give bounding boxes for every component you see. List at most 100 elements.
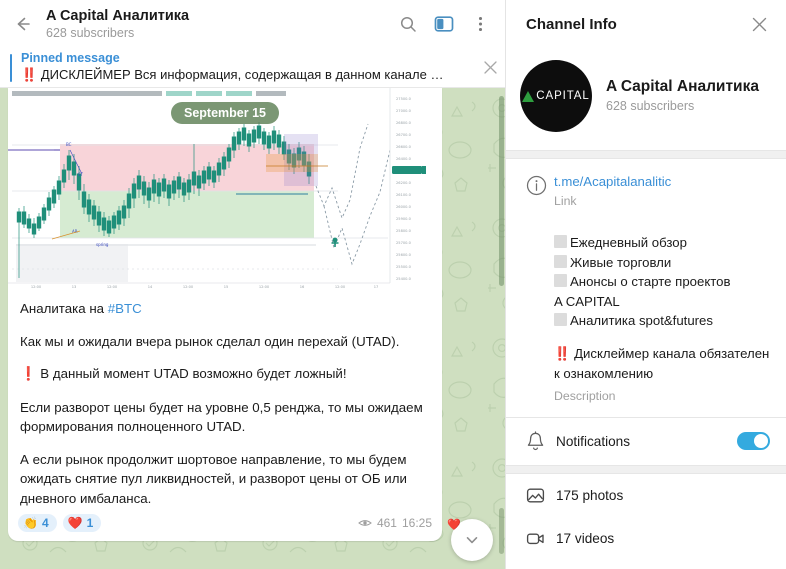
svg-text:25400.0: 25400.0 bbox=[396, 277, 412, 281]
info-panel-header: Channel Info bbox=[506, 0, 786, 48]
message-line-1: Аналитака на #BTC bbox=[20, 299, 430, 319]
emoji-placeholder-icon bbox=[554, 254, 567, 268]
svg-text:15: 15 bbox=[224, 285, 229, 289]
emoji-placeholder-icon bbox=[554, 274, 567, 287]
more-vertical-icon bbox=[478, 16, 482, 32]
chat-title-block[interactable]: A Capital Аналитика 628 subscribers bbox=[46, 8, 397, 41]
scroll-to-bottom-button[interactable]: ❤️ bbox=[447, 518, 493, 561]
info-panel-close-button[interactable] bbox=[746, 11, 772, 37]
pinned-label: Pinned message bbox=[21, 51, 120, 65]
exclamation-icon: ❗ bbox=[20, 367, 37, 382]
search-button[interactable] bbox=[397, 13, 419, 35]
hashtag-btc[interactable]: #BTC bbox=[108, 301, 142, 316]
heart-icon: ❤️ bbox=[67, 516, 83, 530]
more-menu-button[interactable] bbox=[469, 13, 491, 35]
message-bubble: BC ST AR spring 27500.0 27000.0 26800.0 … bbox=[8, 88, 442, 541]
search-icon bbox=[400, 16, 416, 32]
channel-profile[interactable]: CAPITAL A Capital Аналитика 628 subscrib… bbox=[506, 48, 786, 150]
description-item-3-text: Анонсы о старте проектов bbox=[570, 274, 731, 289]
message-photo-chart[interactable]: BC ST AR spring 27500.0 27000.0 26800.0 … bbox=[8, 88, 442, 291]
reaction-heart-count: 1 bbox=[86, 516, 94, 530]
panel-toggle-icon bbox=[434, 16, 454, 32]
reaction-clap[interactable]: 👏 4 bbox=[18, 514, 57, 532]
description-item-4: Аналитика spot&futures bbox=[554, 311, 772, 331]
svg-text:12:00: 12:00 bbox=[107, 285, 118, 289]
chat-scrollbar-thumb[interactable] bbox=[499, 96, 504, 286]
chat-message-list: BC ST AR spring 27500.0 27000.0 26800.0 … bbox=[0, 88, 505, 569]
chevron-down-icon bbox=[466, 537, 478, 544]
reaction-heart[interactable]: ❤️ 1 bbox=[62, 514, 102, 532]
svg-text:12:00: 12:00 bbox=[259, 285, 270, 289]
avatar-logo: CAPITAL bbox=[522, 90, 589, 102]
svg-text:25600.0: 25600.0 bbox=[396, 253, 412, 257]
svg-text:25900.0: 25900.0 bbox=[396, 217, 412, 221]
triangle-logo-icon bbox=[522, 90, 535, 102]
chat-scrollbar-thumb-secondary[interactable] bbox=[499, 508, 504, 554]
description-item-3: Анонсы о старте проектов bbox=[554, 272, 772, 292]
emoji-placeholder-icon bbox=[554, 235, 567, 248]
media-row-photos[interactable]: 175 photos bbox=[506, 474, 786, 517]
channel-link[interactable]: t.me/Acapitalanalitic bbox=[554, 173, 770, 191]
clap-icon: 👏 bbox=[23, 516, 38, 530]
pinned-message-bar[interactable]: Pinned message ‼️ ДИСКЛЕЙМЕР Вся информа… bbox=[0, 48, 505, 88]
pinned-text: ‼️ ДИСКЛЕЙМЕР Вся информация, содержащая… bbox=[21, 66, 475, 84]
profile-name: A Capital Аналитика bbox=[606, 78, 759, 95]
telegram-window: A Capital Аналитика 628 subscribers Pinn… bbox=[0, 0, 786, 569]
link-row[interactable]: t.me/Acapitalanalitic Link bbox=[506, 159, 786, 220]
message-line-1-text: Аналитака на bbox=[20, 301, 108, 316]
description-item-2: Живые торговли bbox=[554, 253, 772, 273]
svg-text:BC: BC bbox=[66, 142, 72, 147]
link-caption: Link bbox=[554, 194, 577, 208]
notifications-toggle[interactable] bbox=[737, 432, 770, 450]
bell-icon bbox=[527, 430, 544, 450]
svg-text:25700.0: 25700.0 bbox=[396, 241, 412, 245]
photo-icon bbox=[526, 488, 545, 502]
chat-scrollbar[interactable] bbox=[499, 88, 504, 569]
notifications-row[interactable]: Notifications bbox=[506, 418, 786, 465]
chat-title: A Capital Аналитика bbox=[46, 7, 190, 24]
desc-spacer-top bbox=[554, 220, 772, 233]
link-row-body: t.me/Acapitalanalitic Link bbox=[554, 173, 770, 210]
chat-header: A Capital Аналитика 628 subscribers bbox=[0, 0, 505, 48]
info-row-icon bbox=[526, 173, 554, 210]
svg-text:26100.0: 26100.0 bbox=[396, 193, 412, 197]
video-icon bbox=[526, 533, 544, 544]
message-meta: 461 16:25 bbox=[358, 516, 432, 530]
svg-text:12:00: 12:00 bbox=[31, 285, 42, 289]
chat-header-actions bbox=[397, 13, 495, 35]
view-count: 461 bbox=[376, 516, 397, 530]
pinned-close-button[interactable] bbox=[475, 60, 505, 75]
svg-text:27500.0: 27500.0 bbox=[396, 97, 412, 101]
description-item-4-text: Аналитика spot&futures bbox=[570, 313, 713, 328]
svg-text:16: 16 bbox=[300, 285, 305, 289]
double-exclamation-icon: ‼️ bbox=[21, 68, 38, 83]
pinned-texts: Pinned message ‼️ ДИСКЛЕЙМЕР Вся информа… bbox=[21, 51, 475, 84]
svg-text:26600.0: 26600.0 bbox=[396, 145, 412, 149]
toggle-knob bbox=[754, 434, 768, 448]
photos-count-label: 175 photos bbox=[556, 487, 624, 503]
message-reactions: 👏 4 ❤️ 1 bbox=[18, 514, 358, 532]
info-panel-title: Channel Info bbox=[526, 15, 617, 33]
svg-text:25500.0: 25500.0 bbox=[396, 265, 412, 269]
double-exclamation-icon: ‼️ bbox=[554, 346, 571, 362]
pinned-text-value: ДИСКЛЕЙМЕР Вся информация, содержащая в … bbox=[40, 67, 444, 82]
media-row-videos[interactable]: 17 videos bbox=[506, 517, 786, 560]
photos-icon-wrap bbox=[526, 486, 554, 505]
description-disclaimer-text: Дисклеймер канала обязателен к ознакомле… bbox=[554, 345, 770, 382]
message-line-3: ❗ В данный момент UTAD возможно будет ло… bbox=[20, 364, 430, 385]
info-circle-icon bbox=[526, 175, 547, 196]
svg-text:26000.0: 26000.0 bbox=[396, 205, 412, 209]
eye-icon bbox=[358, 520, 372, 526]
description-item-1-text: Ежедневный обзор bbox=[570, 235, 687, 250]
chat-column: A Capital Аналитика 628 subscribers Pinn… bbox=[0, 0, 505, 569]
svg-text:26800.0: 26800.0 bbox=[396, 121, 412, 125]
svg-text:27000.0: 27000.0 bbox=[396, 109, 412, 113]
avatar[interactable]: CAPITAL bbox=[520, 60, 592, 132]
profile-texts: A Capital Аналитика 628 subscribers bbox=[606, 77, 759, 115]
notifications-icon-wrap bbox=[526, 430, 554, 452]
reaction-clap-count: 4 bbox=[41, 516, 49, 530]
message-footer: 👏 4 ❤️ 1 461 16:25 bbox=[8, 512, 442, 541]
panel-toggle-button[interactable] bbox=[433, 13, 455, 35]
back-button[interactable] bbox=[6, 7, 40, 41]
description-item-1: Ежедневный обзор bbox=[554, 233, 772, 253]
